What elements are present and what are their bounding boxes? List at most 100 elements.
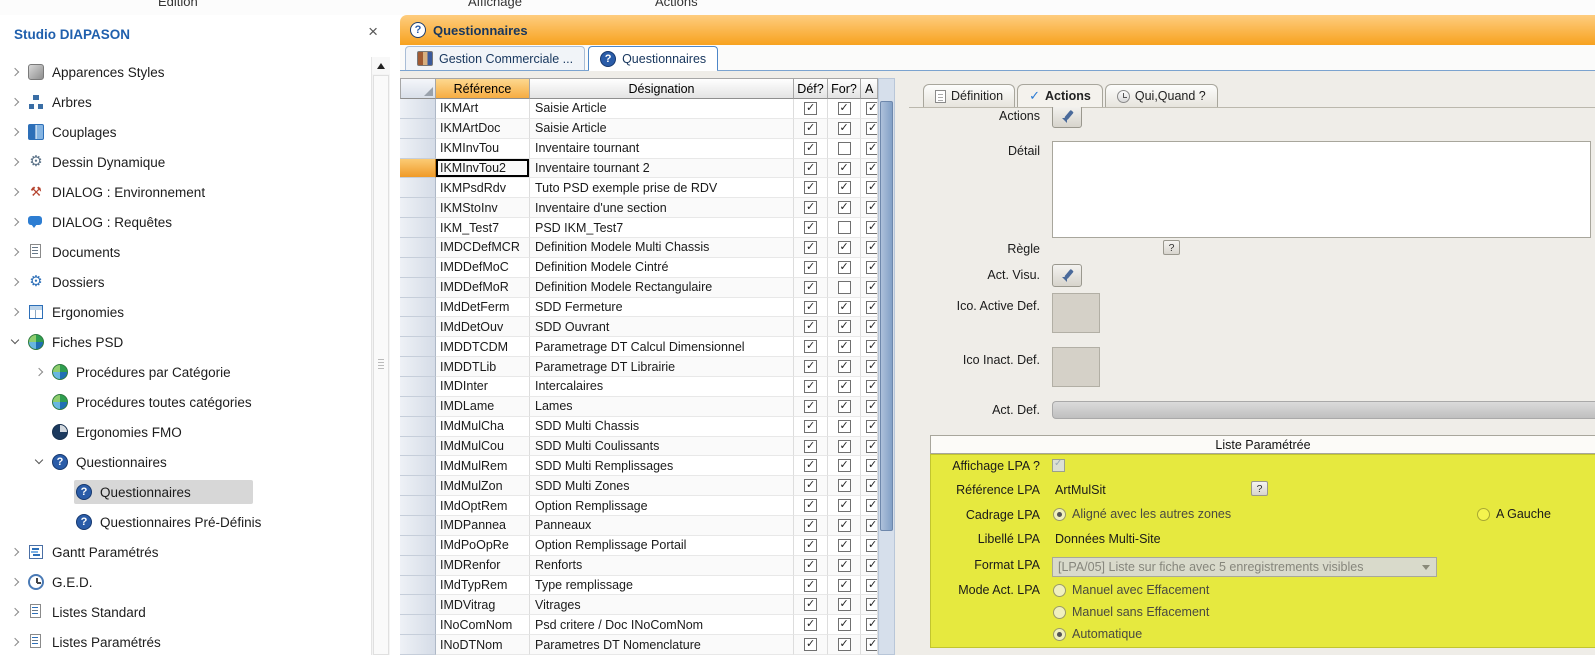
checkbox-icon[interactable] xyxy=(866,360,878,373)
checkbox-icon[interactable] xyxy=(838,380,851,393)
checkbox-icon[interactable] xyxy=(838,638,851,651)
sidebar-tree-item[interactable]: G.E.D. xyxy=(0,567,371,597)
cell-designation[interactable]: SDD Ouvrant xyxy=(530,317,794,337)
sidebar-tree-item[interactable]: Arbres xyxy=(0,87,371,117)
cell-a[interactable] xyxy=(861,317,878,337)
expand-arrow-icon[interactable] xyxy=(8,155,22,169)
checkbox-icon[interactable] xyxy=(804,380,817,393)
cell-designation[interactable]: Definition Modele Rectangulaire xyxy=(530,278,794,298)
cell-reference[interactable]: IMdOptRem xyxy=(436,496,530,516)
table-scrollbar[interactable] xyxy=(878,78,895,655)
cell-reference[interactable]: IKMArtDoc xyxy=(436,119,530,139)
cell-for[interactable] xyxy=(828,615,861,635)
cell-reference[interactable]: IMdMulZon xyxy=(436,476,530,496)
cell-designation[interactable]: SDD Multi Chassis xyxy=(530,417,794,437)
checkbox-icon[interactable] xyxy=(838,420,851,433)
checkbox-icon[interactable] xyxy=(838,459,851,472)
row-selector[interactable] xyxy=(400,238,436,258)
cell-for[interactable] xyxy=(828,178,861,198)
tree-item-inner[interactable]: Apparences Styles xyxy=(26,60,173,84)
checkbox-icon[interactable] xyxy=(838,102,851,115)
cadrage-a-gauche-option[interactable]: A Gauche xyxy=(1477,507,1551,521)
cell-for[interactable] xyxy=(828,119,861,139)
mode-act-option[interactable]: Manuel sans Effacement xyxy=(1053,604,1209,620)
cell-for[interactable] xyxy=(828,556,861,576)
cell-designation[interactable]: Saisie Article xyxy=(530,119,794,139)
checkbox-icon[interactable] xyxy=(804,301,817,314)
select-all-corner[interactable] xyxy=(400,78,436,99)
checkbox-icon[interactable] xyxy=(804,162,817,175)
cell-a[interactable] xyxy=(861,337,878,357)
checkbox-icon[interactable] xyxy=(804,638,817,651)
cell-designation[interactable]: Tuto PSD exemple prise de RDV xyxy=(530,178,794,198)
checkbox-icon[interactable] xyxy=(838,301,851,314)
sidebar-tree-item[interactable]: Dossiers xyxy=(0,267,371,297)
tree-item-inner[interactable]: Ergonomies xyxy=(26,300,132,324)
checkbox-icon[interactable] xyxy=(866,281,878,294)
col-header-for[interactable]: For? xyxy=(828,78,861,99)
col-header-reference[interactable]: Référence xyxy=(436,78,530,99)
expand-arrow-icon[interactable] xyxy=(8,335,22,349)
checkbox-icon[interactable] xyxy=(838,162,851,175)
tree-item-inner[interactable]: Dessin Dynamique xyxy=(26,150,173,174)
sidebar-tree-item[interactable]: Ergonomies xyxy=(0,297,371,327)
cell-a[interactable] xyxy=(861,536,878,556)
checkbox-icon[interactable] xyxy=(804,579,817,592)
tree-item-inner[interactable]: G.E.D. xyxy=(26,570,101,594)
table-row[interactable]: IMdMulCou SDD Multi Coulissants xyxy=(400,437,878,457)
cell-def[interactable] xyxy=(794,278,828,298)
cell-designation[interactable]: Inventaire tournant xyxy=(530,139,794,159)
cell-def[interactable] xyxy=(794,139,828,159)
cell-designation[interactable]: Inventaire tournant 2 xyxy=(530,159,794,179)
cell-designation[interactable]: Parametres DT Nomenclature xyxy=(530,635,794,655)
regle-help-button[interactable]: ? xyxy=(1163,240,1180,255)
cell-def[interactable] xyxy=(794,615,828,635)
ico-inact-def-box[interactable] xyxy=(1052,347,1100,387)
cell-for[interactable] xyxy=(828,456,861,476)
table-row[interactable]: INoDTNom Parametres DT Nomenclature xyxy=(400,635,878,655)
cell-reference[interactable]: IMDInter xyxy=(436,377,530,397)
cell-a[interactable] xyxy=(861,397,878,417)
cell-for[interactable] xyxy=(828,397,861,417)
table-row[interactable]: IKMArt Saisie Article xyxy=(400,99,878,119)
expand-arrow-icon[interactable] xyxy=(8,275,22,289)
checkbox-icon[interactable] xyxy=(804,459,817,472)
cell-for[interactable] xyxy=(828,317,861,337)
cell-designation[interactable]: Vitrages xyxy=(530,595,794,615)
expand-arrow-icon[interactable] xyxy=(8,125,22,139)
row-selector[interactable] xyxy=(400,595,436,615)
tree-item-inner[interactable]: Dossiers xyxy=(26,270,113,294)
cell-for[interactable] xyxy=(828,139,861,159)
cell-designation[interactable]: Option Remplissage xyxy=(530,496,794,516)
cell-def[interactable] xyxy=(794,556,828,576)
checkbox-icon[interactable] xyxy=(804,261,817,274)
cell-reference[interactable]: IMDVitrag xyxy=(436,595,530,615)
act-def-field[interactable] xyxy=(1052,401,1595,419)
table-row[interactable]: IMDDefMoR Definition Modele Rectangulair… xyxy=(400,278,878,298)
table-row[interactable]: IMdDetFerm SDD Fermeture xyxy=(400,298,878,318)
cell-a[interactable] xyxy=(861,417,878,437)
tree-item-inner[interactable]: DIALOG : Environnement xyxy=(26,180,213,204)
cell-def[interactable] xyxy=(794,595,828,615)
sidebar-tree-item[interactable]: Questionnaires xyxy=(0,447,371,477)
row-selector[interactable] xyxy=(400,456,436,476)
sidebar-tree-item[interactable]: Ergonomies FMO xyxy=(0,417,371,447)
checkbox-icon[interactable] xyxy=(804,400,817,413)
table-row[interactable]: IMDPannea Panneaux xyxy=(400,516,878,536)
expand-arrow-icon[interactable] xyxy=(8,215,22,229)
table-row[interactable]: IMDDefMoC Definition Modele Cintré xyxy=(400,258,878,278)
cell-def[interactable] xyxy=(794,198,828,218)
cell-reference[interactable]: IMDPannea xyxy=(436,516,530,536)
row-selector[interactable] xyxy=(400,99,436,119)
cell-def[interactable] xyxy=(794,576,828,596)
checkbox-icon[interactable] xyxy=(866,420,878,433)
checkbox-icon[interactable] xyxy=(838,142,851,155)
expand-arrow-icon[interactable] xyxy=(8,605,22,619)
cell-reference[interactable]: IMDDefMoR xyxy=(436,278,530,298)
checkbox-icon[interactable] xyxy=(838,221,851,234)
checkbox-icon[interactable] xyxy=(866,102,878,115)
table-row[interactable]: IMdOptRem Option Remplissage xyxy=(400,496,878,516)
expand-arrow-icon[interactable] xyxy=(32,455,46,469)
cell-for[interactable] xyxy=(828,99,861,119)
checkbox-icon[interactable] xyxy=(838,618,851,631)
